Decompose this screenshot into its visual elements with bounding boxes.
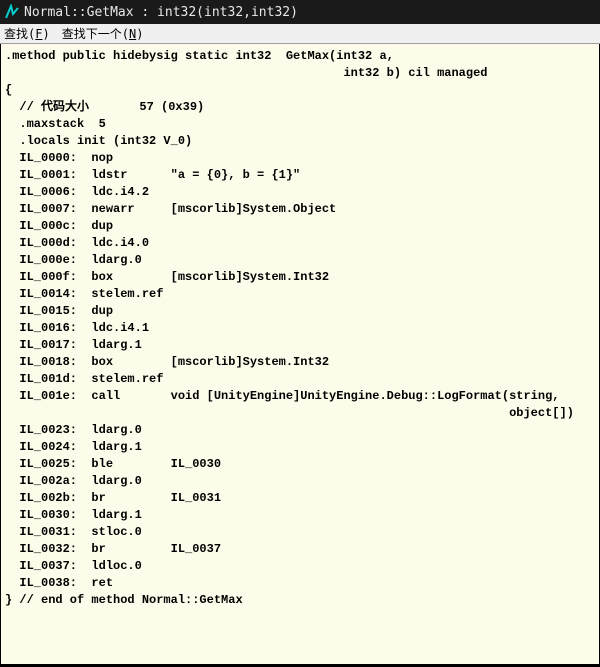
code-line: IL_000f: box [mscorlib]System.Int32	[5, 269, 595, 286]
code-line: IL_0025: ble IL_0030	[5, 456, 595, 473]
code-line: IL_0016: ldc.i4.1	[5, 320, 595, 337]
code-line: IL_001d: stelem.ref	[5, 371, 595, 388]
code-line: IL_0014: stelem.ref	[5, 286, 595, 303]
code-line: IL_0007: newarr [mscorlib]System.Object	[5, 201, 595, 218]
code-line: IL_0018: box [mscorlib]System.Int32	[5, 354, 595, 371]
code-line: IL_0038: ret	[5, 575, 595, 592]
code-line: IL_000d: ldc.i4.0	[5, 235, 595, 252]
code-line: IL_002a: ldarg.0	[5, 473, 595, 490]
code-line: IL_0031: stloc.0	[5, 524, 595, 541]
code-line: IL_0030: ldarg.1	[5, 507, 595, 524]
code-line: .method public hidebysig static int32 Ge…	[5, 48, 595, 65]
code-line: IL_000e: ldarg.0	[5, 252, 595, 269]
il-code-view[interactable]: .method public hidebysig static int32 Ge…	[0, 44, 600, 665]
app-icon	[4, 4, 20, 20]
code-line: IL_0000: nop	[5, 150, 595, 167]
code-line: } // end of method Normal::GetMax	[5, 592, 595, 609]
code-line: .locals init (int32 V_0)	[5, 133, 595, 150]
code-line: int32 b) cil managed	[5, 65, 595, 82]
code-line: IL_0017: ldarg.1	[5, 337, 595, 354]
code-line: IL_0024: ldarg.1	[5, 439, 595, 456]
code-line: IL_0015: dup	[5, 303, 595, 320]
code-line: IL_0001: ldstr "a = {0}, b = {1}"	[5, 167, 595, 184]
code-line: IL_001e: call void [UnityEngine]UnityEng…	[5, 388, 595, 405]
code-line: IL_0023: ldarg.0	[5, 422, 595, 439]
menubar: 查找(F) 查找下一个(N)	[0, 24, 600, 44]
code-line: IL_002b: br IL_0031	[5, 490, 595, 507]
code-line: {	[5, 82, 595, 99]
code-line: IL_000c: dup	[5, 218, 595, 235]
code-line: IL_0006: ldc.i4.2	[5, 184, 595, 201]
code-line: IL_0032: br IL_0037	[5, 541, 595, 558]
code-line: // 代码大小 57 (0x39)	[5, 99, 595, 116]
window-title: Normal::GetMax : int32(int32,int32)	[24, 5, 298, 20]
menu-find-next[interactable]: 查找下一个(N)	[62, 25, 144, 42]
window-titlebar: Normal::GetMax : int32(int32,int32)	[0, 0, 600, 24]
code-line: IL_0037: ldloc.0	[5, 558, 595, 575]
menu-find[interactable]: 查找(F)	[4, 25, 50, 42]
code-line: object[])	[5, 405, 595, 422]
code-line: .maxstack 5	[5, 116, 595, 133]
